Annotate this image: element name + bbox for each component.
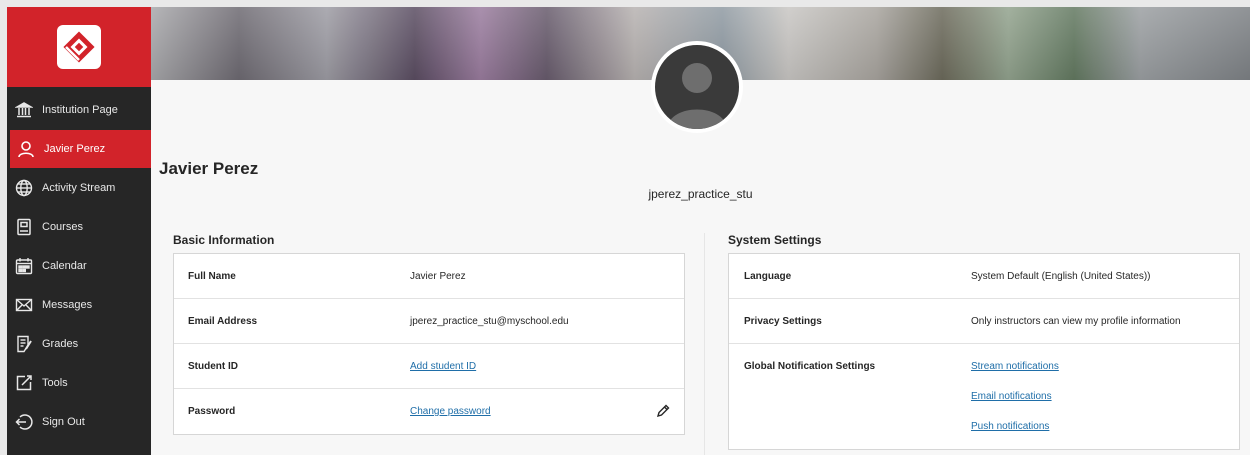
field-label: Email Address <box>188 315 258 327</box>
basic-information-title: Basic Information <box>173 233 275 247</box>
field-value: System Default (English (United States)) <box>971 270 1151 282</box>
info-row-student-id: Student ID Add student ID <box>174 344 684 389</box>
field-value: jperez_practice_stu@myschool.edu <box>410 315 569 327</box>
field-label: Student ID <box>188 360 238 372</box>
field-label: Global Notification Settings <box>744 361 876 372</box>
sidebar-item-label: Courses <box>42 221 83 233</box>
avatar[interactable] <box>651 41 743 133</box>
pencil-icon[interactable] <box>656 404 670 418</box>
field-label: Privacy Settings <box>744 315 822 327</box>
tools-icon <box>15 374 33 392</box>
change-password-link[interactable]: Change password <box>410 406 491 417</box>
sidebar-item-javier-perez[interactable]: Javier Perez <box>10 130 151 168</box>
institution-icon <box>15 101 33 119</box>
sidebar-item-label: Calendar <box>42 260 87 272</box>
blackboard-logo-icon <box>57 25 101 69</box>
brand-header[interactable] <box>7 7 151 87</box>
profile-main: Javier Perez jperez_practice_stu Basic I… <box>151 7 1250 455</box>
stream-notifications-link[interactable]: Stream notifications <box>971 361 1239 372</box>
sidebar-item-calendar[interactable]: Calendar <box>7 247 151 285</box>
courses-icon <box>15 218 33 236</box>
sidebar-item-label: Grades <box>42 338 79 350</box>
info-row-email: Email Address jperez_practice_stu@myscho… <box>174 299 684 344</box>
sidebar-nav: Institution Page Javier Perez Activity S… <box>7 91 151 441</box>
profile-name: Javier Perez <box>159 159 259 178</box>
field-label: Language <box>744 270 792 282</box>
sidebar: Institution Page Javier Perez Activity S… <box>7 7 151 455</box>
sidebar-item-label: Messages <box>42 299 93 311</box>
field-label: Password <box>188 406 236 417</box>
globe-icon <box>15 179 33 197</box>
calendar-icon <box>15 257 33 275</box>
info-row-password: Password Change password <box>174 389 684 434</box>
user-icon <box>17 140 35 158</box>
column-divider <box>704 233 705 455</box>
settings-row-language: Language System Default (English (United… <box>729 254 1239 299</box>
basic-information-card: Full Name Javier Perez Email Address jpe… <box>173 253 685 435</box>
notification-links: Stream notifications Email notifications… <box>971 361 1239 432</box>
sign-out-icon <box>15 413 33 431</box>
email-notifications-link[interactable]: Email notifications <box>971 391 1239 402</box>
system-settings-card: Language System Default (English (United… <box>728 253 1240 450</box>
grades-icon <box>15 335 33 353</box>
sidebar-item-label: Activity Stream <box>42 182 116 194</box>
push-notifications-link[interactable]: Push notifications <box>971 421 1239 432</box>
field-label: Full Name <box>188 270 236 282</box>
profile-username: jperez_practice_stu <box>648 187 753 201</box>
settings-row-privacy: Privacy Settings Only instructors can vi… <box>729 299 1239 344</box>
sidebar-item-label: Institution Page <box>42 104 118 116</box>
info-row-full-name: Full Name Javier Perez <box>174 254 684 299</box>
settings-row-notifications: Global Notification Settings Stream noti… <box>729 344 1239 434</box>
field-value: Javier Perez <box>410 270 466 282</box>
sidebar-item-courses[interactable]: Courses <box>7 208 151 246</box>
sidebar-item-activity-stream[interactable]: Activity Stream <box>7 169 151 207</box>
sidebar-item-grades[interactable]: Grades <box>7 325 151 363</box>
sidebar-item-sign-out[interactable]: Sign Out <box>7 403 151 441</box>
envelope-icon <box>15 296 33 314</box>
sidebar-item-label: Sign Out <box>42 416 85 428</box>
sidebar-item-messages[interactable]: Messages <box>7 286 151 324</box>
add-student-id-link[interactable]: Add student ID <box>410 361 476 372</box>
sidebar-item-label: Javier Perez <box>44 143 106 155</box>
field-value: Only instructors can view my profile inf… <box>971 315 1181 327</box>
default-avatar-icon <box>667 63 727 129</box>
sidebar-item-institution-page[interactable]: Institution Page <box>7 91 151 129</box>
system-settings-title: System Settings <box>728 233 822 247</box>
sidebar-item-tools[interactable]: Tools <box>7 364 151 402</box>
sidebar-item-label: Tools <box>42 377 68 389</box>
